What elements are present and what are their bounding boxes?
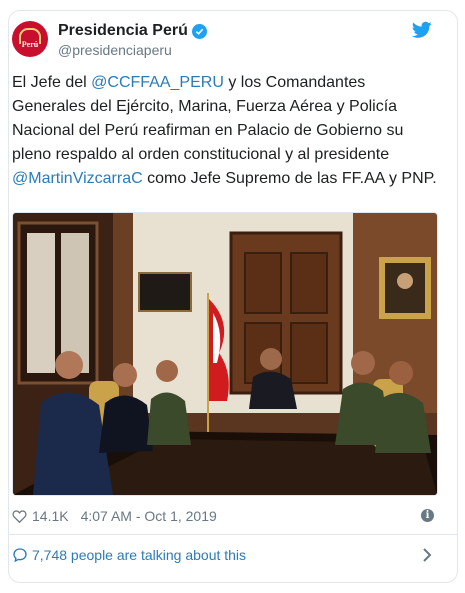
display-name[interactable]: Presidencia Perú	[58, 22, 188, 40]
speech-bubble-icon	[13, 548, 27, 563]
avatar[interactable]: Perú	[12, 21, 48, 57]
photo-scene	[13, 213, 437, 495]
conversation-link[interactable]: 7,748 people are talking about this	[12, 543, 436, 567]
verified-badge-icon	[191, 23, 207, 39]
like-count[interactable]: 14.1K	[32, 508, 69, 524]
account-names: Presidencia Perú @presidenciaperu	[58, 22, 207, 58]
account-handle[interactable]: @presidenciaperu	[58, 42, 207, 58]
tweet-text: El Jefe del @CCFFAA_PERU y los Comandant…	[12, 71, 437, 191]
tweet-timestamp[interactable]: 4:07 AM - Oct 1, 2019	[81, 508, 217, 524]
mention-ccffaa-link[interactable]: @CCFFAA_PERU	[91, 74, 224, 91]
twitter-bird-icon[interactable]	[412, 21, 432, 39]
heart-icon[interactable]	[12, 509, 27, 523]
tweet-header: Perú Presidencia Perú @presidenciaperu	[12, 21, 432, 69]
tweet-text-part: El Jefe del	[12, 74, 92, 91]
tweet-text-part: como Jefe Supremo de las FF.AA y PNP.	[142, 170, 437, 187]
conversation-label[interactable]: 7,748 people are talking about this	[32, 547, 246, 563]
mention-martinvizcarra-link[interactable]: @MartinVizcarraC	[12, 170, 143, 187]
chevron-right-icon[interactable]	[422, 547, 432, 563]
avatar-label: Perú	[21, 40, 39, 49]
info-icon[interactable]: i	[421, 509, 434, 522]
tweet-photo[interactable]	[12, 212, 438, 496]
tweet-meta: 14.1K 4:07 AM - Oct 1, 2019 i	[12, 505, 436, 527]
divider	[9, 534, 457, 535]
